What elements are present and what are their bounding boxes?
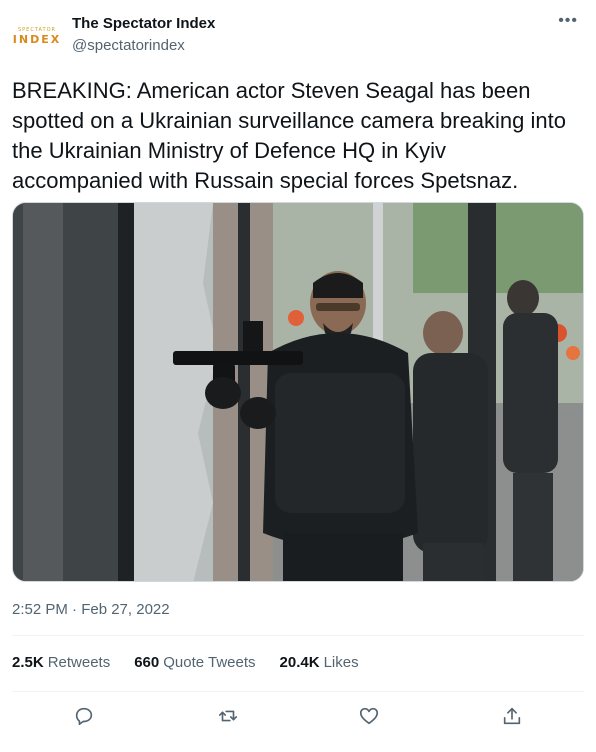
photo-image: [13, 203, 583, 581]
author-names: The Spectator Index @spectatorindex: [72, 14, 215, 56]
divider: [12, 691, 584, 692]
divider: [12, 635, 584, 636]
retweets-stat[interactable]: 2.5K Retweets: [12, 653, 110, 673]
action-bar: [0, 696, 596, 736]
quotes-count: 660: [134, 654, 160, 671]
more-icon[interactable]: •••: [558, 12, 578, 30]
likes-count: 20.4K: [279, 654, 320, 671]
quotes-label: Quote Tweets: [163, 654, 256, 671]
likes-stat[interactable]: 20.4K Likes: [280, 653, 359, 673]
user-handle[interactable]: @spectatorindex: [72, 36, 215, 56]
retweet-icon[interactable]: [214, 702, 242, 730]
tweet-timestamp[interactable]: 2:52 PM · Feb 27, 2022: [12, 600, 170, 620]
reply-icon[interactable]: [70, 702, 98, 730]
heart-icon[interactable]: [355, 702, 383, 730]
likes-label: Likes: [323, 654, 359, 671]
avatar[interactable]: SPECTATOR INDEX: [12, 14, 62, 58]
tweet-photo[interactable]: [12, 202, 584, 582]
retweets-count: 2.5K: [12, 654, 44, 671]
tweet-text: BREAKING: American actor Steven Seagal h…: [12, 78, 566, 193]
display-name[interactable]: The Spectator Index: [72, 14, 215, 34]
retweets-label: Retweets: [47, 654, 111, 671]
tweet-card: SPECTATOR INDEX The Spectator Index @spe…: [0, 0, 596, 752]
tweet-header: SPECTATOR INDEX The Spectator Index @spe…: [12, 12, 584, 60]
share-icon[interactable]: [498, 702, 526, 730]
quote-tweets-stat[interactable]: 660 Quote Tweets: [134, 653, 255, 673]
tweet-stats: 2.5K Retweets 660 Quote Tweets 20.4K Likes: [12, 653, 383, 673]
logo-big-text: INDEX: [12, 32, 62, 46]
